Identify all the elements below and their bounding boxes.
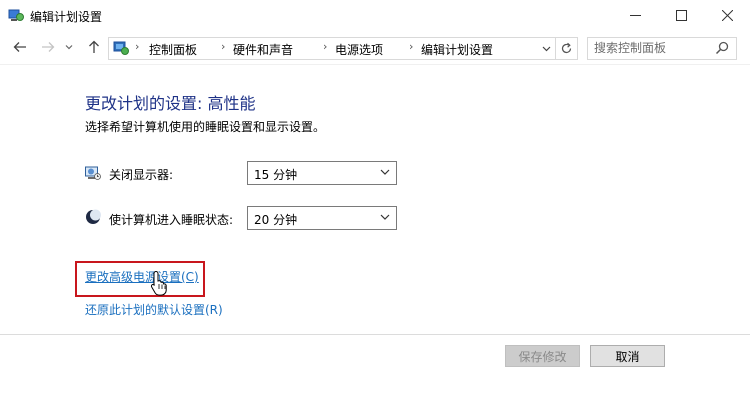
maximize-icon bbox=[675, 10, 687, 21]
page-title: 更改计划的设置: 高性能 bbox=[85, 94, 256, 113]
restore-defaults-link[interactable]: 还原此计划的默认设置(R) bbox=[85, 301, 223, 318]
address-dropdown-button[interactable] bbox=[539, 39, 553, 57]
divider bbox=[0, 64, 750, 65]
arrow-left-icon bbox=[13, 42, 26, 52]
hand-cursor-icon bbox=[150, 270, 167, 296]
highlight-box bbox=[75, 261, 205, 297]
power-options-icon bbox=[8, 9, 24, 21]
display-off-value: 15 分钟 bbox=[254, 168, 298, 182]
sleep-moon-icon bbox=[86, 209, 101, 224]
close-button[interactable] bbox=[704, 0, 750, 31]
chevron-down-icon bbox=[380, 214, 390, 220]
breadcrumb-hardware-sound[interactable]: 硬件和声音 bbox=[233, 41, 293, 58]
refresh-button[interactable] bbox=[556, 37, 578, 60]
minimize-button[interactable] bbox=[612, 0, 658, 31]
minimize-icon bbox=[629, 15, 641, 16]
close-icon bbox=[721, 10, 733, 21]
back-button[interactable] bbox=[10, 37, 30, 57]
cancel-button[interactable]: 取消 bbox=[590, 345, 665, 367]
breadcrumb-separator-icon: › bbox=[221, 40, 226, 53]
arrow-up-icon bbox=[89, 40, 99, 53]
window-title: 编辑计划设置 bbox=[30, 10, 103, 24]
page-description: 选择希望计算机使用的睡眠设置和显示设置。 bbox=[85, 120, 326, 134]
chevron-down-icon bbox=[65, 45, 73, 50]
sleep-label: 使计算机进入睡眠状态: bbox=[109, 213, 234, 227]
address-bar[interactable]: › 控制面板 › 硬件和声音 › 电源选项 › 编辑计划设置 bbox=[108, 37, 556, 60]
save-changes-button[interactable]: 保存修改 bbox=[505, 345, 580, 367]
search-box[interactable] bbox=[587, 37, 737, 60]
breadcrumb-separator-icon: › bbox=[323, 40, 328, 53]
breadcrumb-separator-icon: › bbox=[409, 40, 414, 53]
breadcrumb-edit-plan[interactable]: 编辑计划设置 bbox=[421, 41, 493, 58]
monitor-icon bbox=[85, 166, 101, 180]
sleep-select[interactable]: 20 分钟 bbox=[247, 206, 397, 230]
arrow-right-icon bbox=[42, 42, 55, 52]
breadcrumb-separator-icon: › bbox=[135, 40, 140, 53]
search-icon[interactable] bbox=[715, 41, 729, 55]
recent-locations-button[interactable] bbox=[62, 37, 76, 57]
chevron-down-icon bbox=[542, 46, 550, 51]
up-button[interactable] bbox=[84, 37, 104, 57]
control-panel-icon bbox=[113, 41, 129, 55]
maximize-button[interactable] bbox=[658, 0, 704, 31]
display-off-select[interactable]: 15 分钟 bbox=[247, 161, 397, 185]
search-input[interactable] bbox=[594, 40, 709, 56]
refresh-icon bbox=[561, 42, 572, 54]
divider bbox=[0, 334, 750, 335]
breadcrumb-control-panel[interactable]: 控制面板 bbox=[149, 41, 197, 58]
sleep-value: 20 分钟 bbox=[254, 213, 298, 227]
display-off-label: 关闭显示器: bbox=[109, 168, 174, 182]
chevron-down-icon bbox=[380, 169, 390, 175]
breadcrumb-power-options[interactable]: 电源选项 bbox=[335, 41, 383, 58]
forward-button[interactable] bbox=[38, 37, 58, 57]
